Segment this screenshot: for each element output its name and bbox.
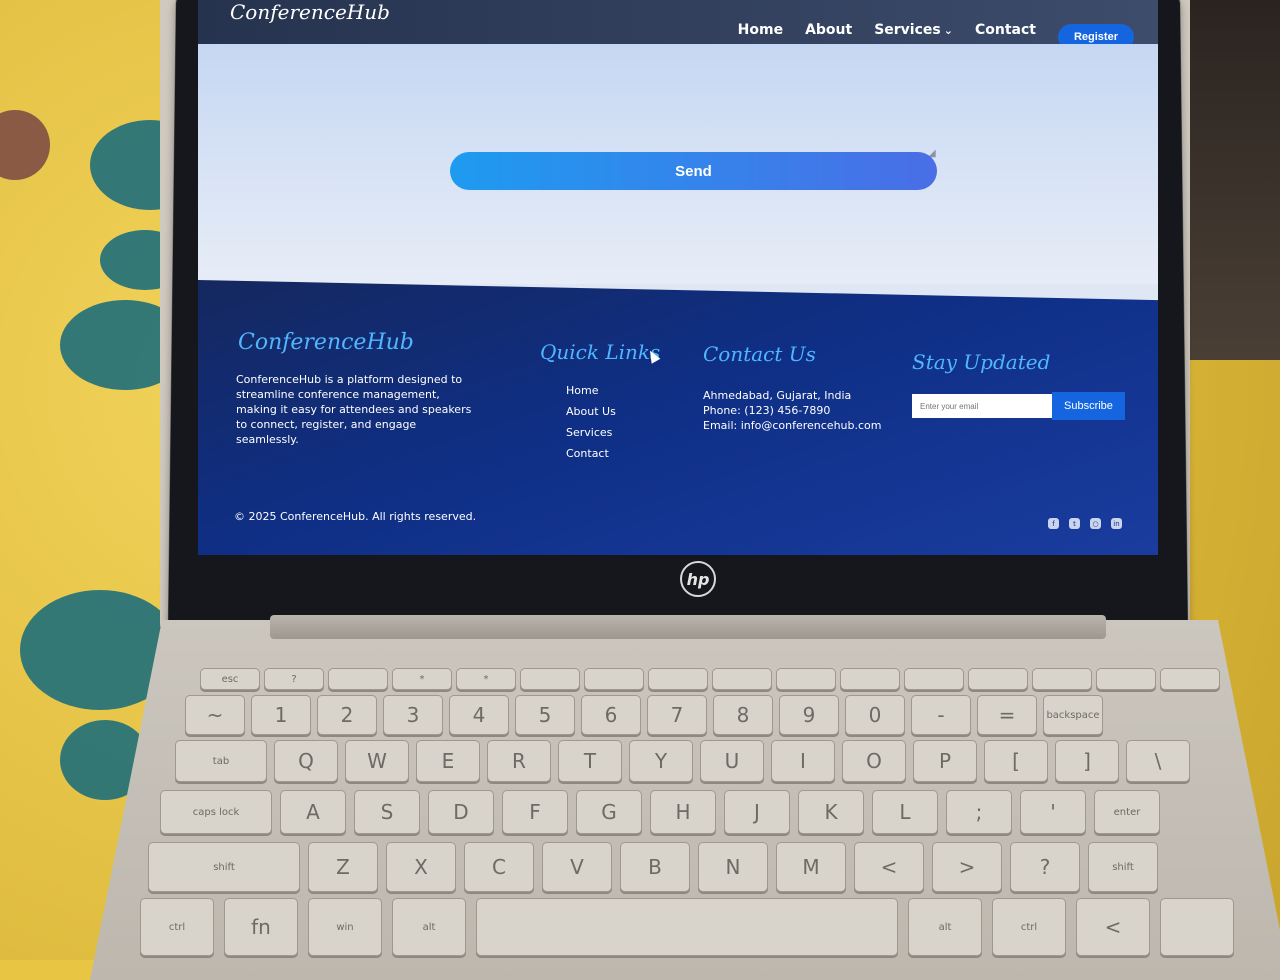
keyboard-key[interactable] bbox=[712, 668, 772, 690]
keyboard-key[interactable]: 5 bbox=[515, 695, 575, 735]
keyboard-key[interactable] bbox=[840, 668, 900, 690]
keyboard-key[interactable]: 3 bbox=[383, 695, 443, 735]
keyboard-key[interactable]: ctrl bbox=[140, 898, 214, 956]
keyboard-key[interactable]: U bbox=[700, 740, 764, 782]
keyboard-key[interactable]: C bbox=[464, 842, 534, 892]
keyboard-key[interactable]: B bbox=[620, 842, 690, 892]
keyboard-key[interactable]: 2 bbox=[317, 695, 377, 735]
keyboard-key[interactable]: shift bbox=[1088, 842, 1158, 892]
keyboard-key[interactable]: 6 bbox=[581, 695, 641, 735]
keyboard-key[interactable]: 1 bbox=[251, 695, 311, 735]
keyboard-key[interactable]: < bbox=[854, 842, 924, 892]
keyboard-key[interactable]: N bbox=[698, 842, 768, 892]
keyboard-key[interactable]: H bbox=[650, 790, 716, 834]
keyboard-key[interactable]: ] bbox=[1055, 740, 1119, 782]
keyboard-key[interactable] bbox=[1160, 668, 1220, 690]
keyboard-key[interactable]: esc bbox=[200, 668, 260, 690]
keyboard-key[interactable]: ctrl bbox=[992, 898, 1066, 956]
keyboard-key[interactable]: O bbox=[842, 740, 906, 782]
keyboard-key[interactable]: caps lock bbox=[160, 790, 272, 834]
keyboard-key[interactable]: D bbox=[428, 790, 494, 834]
keyboard-key[interactable]: P bbox=[913, 740, 977, 782]
keyboard-key[interactable]: - bbox=[911, 695, 971, 735]
keyboard-key[interactable] bbox=[1032, 668, 1092, 690]
keyboard: esc? * * ~1 2 3 4 5 6 7 8 9 0- = backspace tab Q W E R T Y U I O… bbox=[0, 0, 1280, 960]
keyboard-key[interactable] bbox=[1160, 898, 1234, 956]
keyboard-key[interactable] bbox=[328, 668, 388, 690]
keyboard-key[interactable]: Z bbox=[308, 842, 378, 892]
keyboard-key[interactable]: W bbox=[345, 740, 409, 782]
keyboard-key[interactable]: enter bbox=[1094, 790, 1160, 834]
keyboard-key[interactable]: 7 bbox=[647, 695, 707, 735]
keyboard-key[interactable]: shift bbox=[148, 842, 300, 892]
keyboard-key[interactable] bbox=[904, 668, 964, 690]
keyboard-key[interactable]: J bbox=[724, 790, 790, 834]
keyboard-key[interactable]: M bbox=[776, 842, 846, 892]
keyboard-key[interactable]: G bbox=[576, 790, 642, 834]
keyboard-key[interactable]: I bbox=[771, 740, 835, 782]
keyboard-key[interactable]: * bbox=[392, 668, 452, 690]
keyboard-key[interactable] bbox=[1096, 668, 1156, 690]
keyboard-key[interactable]: ' bbox=[1020, 790, 1086, 834]
keyboard-key[interactable]: = bbox=[977, 695, 1037, 735]
keyboard-key[interactable]: L bbox=[872, 790, 938, 834]
keyboard-key[interactable]: E bbox=[416, 740, 480, 782]
keyboard-key[interactable]: alt bbox=[908, 898, 982, 956]
keyboard-key[interactable]: > bbox=[932, 842, 1002, 892]
keyboard-key[interactable]: R bbox=[487, 740, 551, 782]
keyboard-key[interactable] bbox=[776, 668, 836, 690]
keyboard-key[interactable]: Y bbox=[629, 740, 693, 782]
keyboard-key[interactable]: F bbox=[502, 790, 568, 834]
keyboard-key[interactable]: A bbox=[280, 790, 346, 834]
keyboard-key[interactable]: < bbox=[1076, 898, 1150, 956]
keyboard-key[interactable]: [ bbox=[984, 740, 1048, 782]
keyboard-key[interactable]: ~ bbox=[185, 695, 245, 735]
keyboard-key[interactable]: Q bbox=[274, 740, 338, 782]
keyboard-key[interactable]: fn bbox=[224, 898, 298, 956]
keyboard-key[interactable]: 0 bbox=[845, 695, 905, 735]
keyboard-key[interactable]: \ bbox=[1126, 740, 1190, 782]
keyboard-key[interactable] bbox=[520, 668, 580, 690]
keyboard-key[interactable]: T bbox=[558, 740, 622, 782]
keyboard-key[interactable] bbox=[584, 668, 644, 690]
keyboard-key[interactable] bbox=[968, 668, 1028, 690]
keyboard-key[interactable]: 9 bbox=[779, 695, 839, 735]
keyboard-key[interactable]: * bbox=[456, 668, 516, 690]
keyboard-key[interactable]: X bbox=[386, 842, 456, 892]
keyboard-key[interactable]: ? bbox=[1010, 842, 1080, 892]
keyboard-key[interactable]: V bbox=[542, 842, 612, 892]
keyboard-key[interactable]: 4 bbox=[449, 695, 509, 735]
keyboard-key[interactable]: win bbox=[308, 898, 382, 956]
keyboard-key[interactable]: ; bbox=[946, 790, 1012, 834]
keyboard-key[interactable]: ? bbox=[264, 668, 324, 690]
keyboard-key[interactable] bbox=[476, 898, 898, 956]
keyboard-key[interactable] bbox=[648, 668, 708, 690]
keyboard-key[interactable]: S bbox=[354, 790, 420, 834]
keyboard-key[interactable]: alt bbox=[392, 898, 466, 956]
keyboard-key[interactable]: K bbox=[798, 790, 864, 834]
keyboard-key[interactable]: backspace bbox=[1043, 695, 1103, 735]
keyboard-key[interactable]: tab bbox=[175, 740, 267, 782]
keyboard-key[interactable]: 8 bbox=[713, 695, 773, 735]
